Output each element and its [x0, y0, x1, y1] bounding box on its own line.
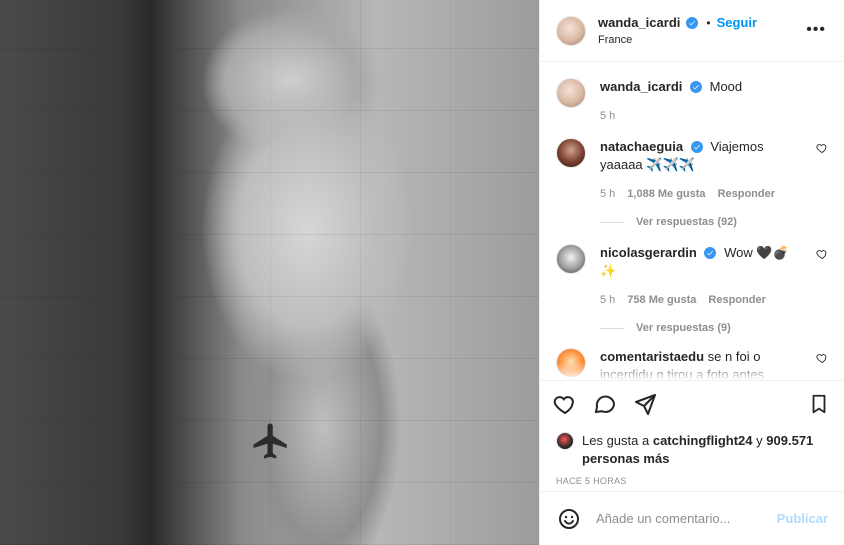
- comment-line: nicolasgerardin Wow 🖤💣✨: [600, 244, 802, 280]
- likes-prefix: Les gusta a: [582, 433, 650, 448]
- header-dot-separator: •: [706, 15, 711, 30]
- comment-username[interactable]: natachaeguia: [600, 139, 683, 154]
- likes-text: Les gusta a catchingflight24 y 909.571 p…: [582, 432, 828, 468]
- caption-body: wanda_icardi Mood 5 h: [600, 78, 828, 122]
- airplane-tattoo-icon: [253, 423, 287, 459]
- heart-icon[interactable]: [816, 248, 828, 260]
- reply-button[interactable]: Responder: [718, 188, 775, 200]
- comment-meta: 5 h 758 Me gusta Responder: [600, 294, 802, 306]
- caption-meta: 5 h: [600, 110, 828, 122]
- caption-avatar[interactable]: [556, 78, 586, 108]
- add-comment-bar: Publicar: [540, 491, 844, 545]
- likes-user[interactable]: catchingflight24: [653, 433, 753, 448]
- view-replies-line: [600, 327, 624, 329]
- caption-row: wanda_icardi Mood 5 h: [556, 78, 828, 122]
- emoji-icon[interactable]: [556, 506, 582, 532]
- caption-time: 5 h: [600, 110, 616, 122]
- view-replies-label[interactable]: Ver respuestas (9): [636, 322, 731, 334]
- view-replies-line: [600, 221, 624, 223]
- comment-meta: 5 h 1,088 Me gusta Responder: [600, 188, 802, 200]
- post-location[interactable]: France: [598, 34, 757, 46]
- comments-scroll-area[interactable]: wanda_icardi Mood 5 h natachaeguia Viaje…: [540, 62, 844, 380]
- caption-line: wanda_icardi Mood: [600, 78, 828, 96]
- share-icon[interactable]: [632, 391, 658, 417]
- caption-username[interactable]: wanda_icardi: [600, 79, 682, 94]
- heart-icon[interactable]: [816, 142, 828, 154]
- avatar[interactable]: [556, 15, 586, 46]
- caption-text: Mood: [709, 79, 743, 94]
- likes-row: Les gusta a catchingflight24 y 909.571 p…: [540, 426, 844, 468]
- post-username[interactable]: wanda_icardi: [598, 15, 680, 30]
- verified-badge-icon: [686, 16, 699, 29]
- post-actions: [540, 380, 844, 426]
- post-header: wanda_icardi • Seguir France •••: [540, 0, 844, 62]
- more-icon[interactable]: •••: [806, 21, 826, 39]
- heart-icon[interactable]: [552, 391, 578, 417]
- comment-row: natachaeguia Viajemos yaaaaa ✈️✈️✈️ 5 h …: [556, 138, 828, 200]
- comment-input[interactable]: [596, 511, 777, 526]
- comment-time: 5 h: [600, 294, 616, 306]
- header-texts: wanda_icardi • Seguir France: [598, 15, 757, 46]
- comment-avatar[interactable]: [556, 138, 586, 168]
- comment-time: 5 h: [600, 188, 616, 200]
- instagram-post-modal: wanda_icardi • Seguir France ••• wanda_i…: [0, 0, 844, 545]
- view-replies[interactable]: Ver respuestas (9): [600, 322, 828, 334]
- view-replies[interactable]: Ver respuestas (92): [600, 216, 828, 228]
- post-timestamp[interactable]: HACE 5 HORAS: [540, 468, 844, 486]
- comment-row: nicolasgerardin Wow 🖤💣✨ 5 h 758 Me gusta…: [556, 244, 828, 306]
- comments-clip-fade: [540, 362, 844, 380]
- comment-line: natachaeguia Viajemos yaaaaa ✈️✈️✈️: [600, 138, 802, 174]
- verified-badge-icon: [690, 141, 703, 153]
- comment-icon[interactable]: [592, 391, 618, 417]
- verified-badge-icon: [704, 247, 717, 259]
- post-photo[interactable]: [0, 0, 539, 545]
- view-replies-label[interactable]: Ver respuestas (92): [636, 216, 737, 228]
- comment-body: nicolasgerardin Wow 🖤💣✨ 5 h 758 Me gusta…: [600, 244, 802, 306]
- likes-avatar[interactable]: [556, 432, 574, 450]
- likes-suffix: y: [756, 433, 763, 448]
- comment-body: natachaeguia Viajemos yaaaaa ✈️✈️✈️ 5 h …: [600, 138, 802, 200]
- header-top-row: wanda_icardi • Seguir: [598, 15, 757, 30]
- reply-button[interactable]: Responder: [708, 294, 765, 306]
- comment-avatar[interactable]: [556, 244, 586, 274]
- follow-button[interactable]: Seguir: [717, 15, 757, 30]
- bookmark-icon[interactable]: [806, 391, 832, 417]
- comment-like-count[interactable]: 758 Me gusta: [627, 294, 696, 306]
- verified-badge-icon: [690, 81, 702, 93]
- post-side-panel: wanda_icardi • Seguir France ••• wanda_i…: [539, 0, 844, 545]
- comment-like-count[interactable]: 1,088 Me gusta: [627, 188, 705, 200]
- comment-username[interactable]: nicolasgerardin: [600, 245, 697, 260]
- publish-button[interactable]: Publicar: [777, 511, 828, 526]
